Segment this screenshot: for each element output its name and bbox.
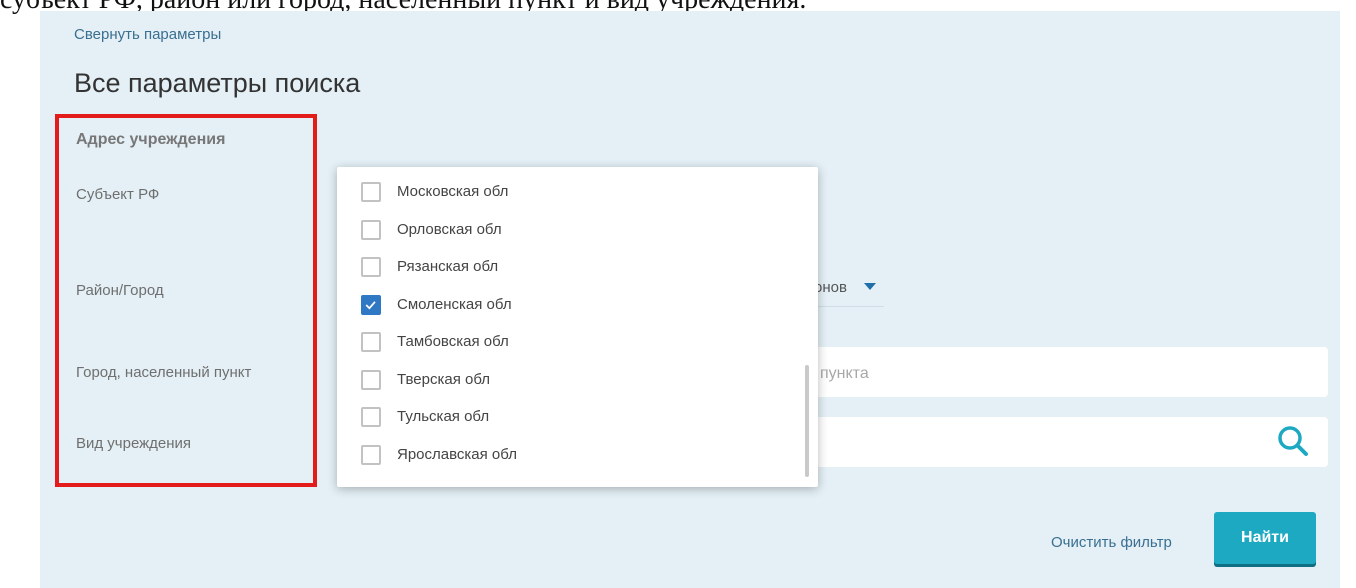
find-button[interactable]: Найти	[1214, 512, 1316, 564]
dropdown-option[interactable]: Тверская обл	[361, 370, 781, 394]
caret-down-icon[interactable]	[864, 283, 876, 290]
dropdown-scrollbar[interactable]	[805, 365, 809, 477]
dropdown-option[interactable]: Московская обл	[361, 182, 781, 206]
checkbox[interactable]	[361, 220, 381, 240]
dropdown-option[interactable]: Ярославская обл	[361, 445, 781, 469]
dropdown-option[interactable]: Орловская обл	[361, 220, 781, 244]
dropdown-option[interactable]: Тульская обл	[361, 407, 781, 431]
checkbox[interactable]	[361, 445, 381, 465]
checkbox[interactable]	[361, 370, 381, 390]
option-label: Тамбовская обл	[397, 333, 509, 350]
city-label: Город, населенный пункт	[76, 364, 252, 381]
dropdown-option-selected[interactable]: Смоленская обл	[361, 295, 781, 319]
district-select-underline	[810, 306, 884, 307]
option-label: Тверская обл	[397, 371, 491, 388]
option-label: Рязанская обл	[397, 258, 499, 275]
option-label: Ярославская обл	[397, 446, 517, 463]
checkbox[interactable]	[361, 182, 381, 202]
checkbox[interactable]	[361, 407, 381, 427]
subject-label: Субъект РФ	[76, 186, 160, 203]
option-label: Орловская обл	[397, 221, 502, 238]
dropdown-option[interactable]: Рязанская обл	[361, 257, 781, 281]
page-title: Все параметры поиска	[74, 68, 361, 98]
district-select-value[interactable]: онов	[814, 279, 847, 296]
clear-filter-link[interactable]: Очистить фильтр	[1051, 534, 1172, 551]
check-icon	[365, 301, 376, 310]
option-label: Московская обл	[397, 183, 509, 200]
option-label: Смоленская обл	[397, 296, 512, 313]
checkbox[interactable]	[361, 257, 381, 277]
highlight-box	[55, 114, 317, 487]
checkbox[interactable]	[361, 332, 381, 352]
collapse-parameters-link[interactable]: Свернуть параметры	[74, 26, 221, 43]
dropdown-option[interactable]: Тамбовская обл	[361, 332, 781, 356]
institution-type-input[interactable]	[800, 417, 1328, 467]
search-icon[interactable]	[1275, 423, 1311, 459]
district-label: Район/Город	[76, 282, 164, 299]
subject-dropdown-list[interactable]: Московская обл Орловская обл Рязанская о…	[337, 167, 818, 487]
checkbox-checked[interactable]	[361, 295, 381, 315]
city-input[interactable]	[800, 347, 1328, 397]
city-input-placeholder: пункта	[820, 365, 869, 382]
section-label-address: Адрес учреждения	[76, 131, 226, 148]
option-label: Тульская обл	[397, 408, 490, 425]
institution-type-label: Вид учреждения	[76, 435, 192, 452]
